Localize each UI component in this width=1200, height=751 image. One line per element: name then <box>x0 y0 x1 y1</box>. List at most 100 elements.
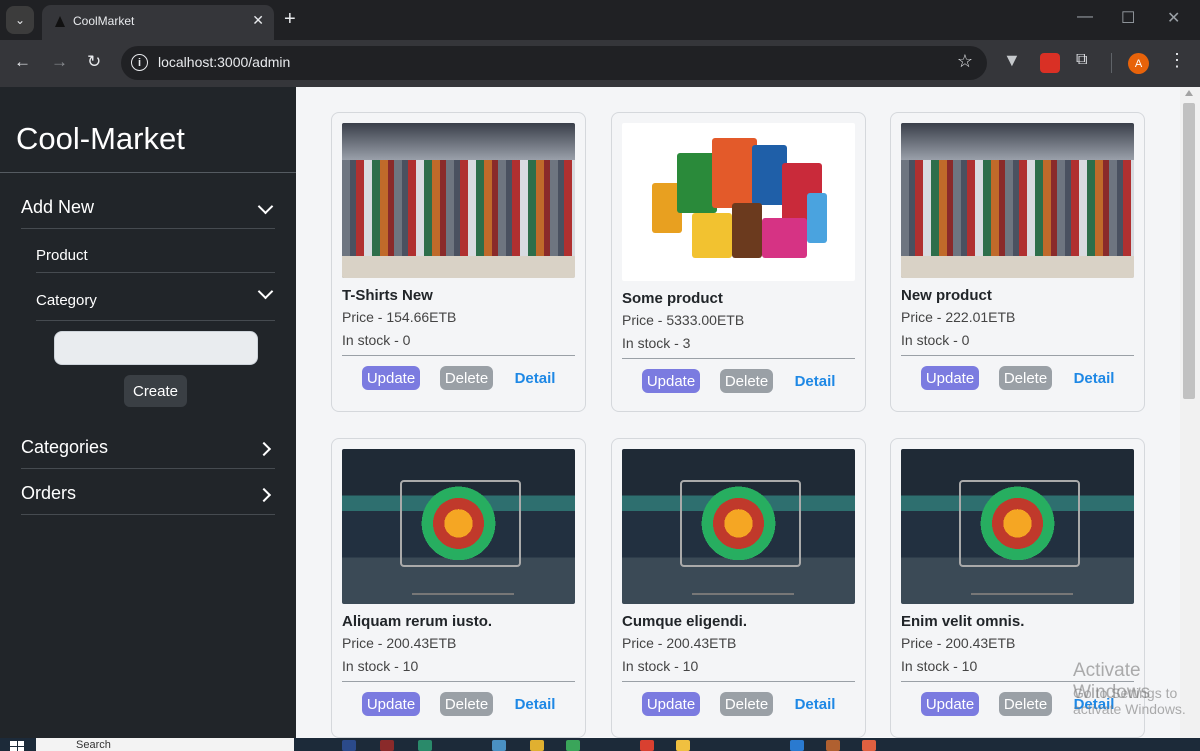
delete-button[interactable]: Delete <box>720 369 773 393</box>
product-card: T-Shirts New Price - 154.66ETB In stock … <box>331 112 586 412</box>
product-stock: In stock - 10 <box>622 658 699 674</box>
update-button[interactable]: Update <box>362 692 420 716</box>
cart-icon <box>400 480 522 567</box>
menu-add-new[interactable]: Add New <box>21 195 275 229</box>
product-price: Price - 200.43ETB <box>622 635 737 651</box>
delete-button[interactable]: Delete <box>720 692 773 716</box>
browser-menu-icon[interactable]: ⋮ <box>1168 50 1186 71</box>
menu-orders-label: Orders <box>21 483 77 503</box>
create-category-button[interactable]: Create <box>124 375 187 407</box>
chevron-down-icon <box>257 283 274 300</box>
delete-button[interactable]: Delete <box>999 692 1052 716</box>
detail-link[interactable]: Detail <box>790 369 840 393</box>
activate-windows-subtitle: Go to Settings to activate Windows. <box>1073 685 1186 717</box>
menu-item-product[interactable]: Product <box>36 242 275 273</box>
menu-categories[interactable]: Categories <box>21 435 275 469</box>
maximize-button[interactable]: ☐ <box>1121 8 1135 28</box>
window-close-button[interactable]: ✕ <box>1167 8 1180 28</box>
product-price: Price - 200.43ETB <box>901 635 1016 651</box>
product-name: Aliquam rerum iusto. <box>342 613 493 630</box>
taskbar-search[interactable]: Search <box>36 738 294 751</box>
product-card: Aliquam rerum iusto. Price - 200.43ETB I… <box>331 438 586 738</box>
extensions-puzzle-icon[interactable]: ⧉ <box>1076 51 1096 71</box>
taskbar-app-icon[interactable] <box>676 740 690 751</box>
menu-item-category[interactable]: Category <box>36 283 275 321</box>
scrollbar-thumb[interactable] <box>1183 103 1195 399</box>
product-price: Price - 154.66ETB <box>342 309 457 325</box>
url-text[interactable]: localhost:3000/admin <box>158 54 290 70</box>
taskbar-app-icon[interactable] <box>418 740 432 751</box>
taskbar-app-icon[interactable] <box>566 740 580 751</box>
update-button[interactable]: Update <box>362 366 420 390</box>
delete-button[interactable]: Delete <box>999 366 1052 390</box>
menu-categories-label: Categories <box>21 437 109 457</box>
site-info-icon[interactable]: i <box>131 54 148 71</box>
taskbar-app-icon[interactable] <box>380 740 394 751</box>
chevron-right-icon <box>256 487 272 503</box>
site-favicon-icon <box>55 16 65 27</box>
product-name: New product <box>901 287 992 304</box>
browser-tab-bar: ⌄ CoolMarket ✕ + — ☐ ✕ <box>0 0 1200 40</box>
brand-title: Cool-Market <box>16 121 185 156</box>
extension-v-icon[interactable]: ▼ <box>1003 50 1023 70</box>
detail-link[interactable]: Detail <box>1069 366 1119 390</box>
update-button[interactable]: Update <box>921 366 979 390</box>
reload-icon[interactable]: ↻ <box>87 52 101 72</box>
tab-title: CoolMarket <box>73 14 135 28</box>
forward-arrow-icon[interactable]: → <box>51 52 68 72</box>
product-stock: In stock - 10 <box>342 658 419 674</box>
back-arrow-icon[interactable]: ← <box>14 52 31 72</box>
browser-tab[interactable]: CoolMarket ✕ <box>42 5 274 40</box>
product-stock: In stock - 0 <box>342 332 411 348</box>
product-name: Enim velit omnis. <box>901 613 1025 630</box>
profile-avatar[interactable]: A <box>1128 53 1149 74</box>
product-card: New product Price - 222.01ETB In stock -… <box>890 112 1145 412</box>
taskbar-app-icon[interactable] <box>790 740 804 751</box>
menu-item-product-label: Product <box>36 247 88 264</box>
taskbar-app-icon[interactable] <box>640 740 654 751</box>
menu-add-new-label: Add New <box>21 197 95 217</box>
tab-close-icon[interactable]: ✕ <box>252 12 264 29</box>
product-stock: In stock - 0 <box>901 332 970 348</box>
product-stock: In stock - 3 <box>622 335 691 351</box>
product-image <box>622 449 855 604</box>
detail-link[interactable]: Detail <box>510 366 560 390</box>
card-divider <box>622 681 855 682</box>
admin-sidebar: Cool-Market Add New Product Category Cre… <box>0 87 296 738</box>
product-card: Some product Price - 5333.00ETB In stock… <box>611 112 866 412</box>
browser-toolbar: ← → ↻ i localhost:3000/admin ☆ ▼ ⧉ A ⋮ <box>0 40 1200 87</box>
chevron-down-icon <box>257 198 274 215</box>
detail-link[interactable]: Detail <box>510 692 560 716</box>
delete-button[interactable]: Delete <box>440 692 493 716</box>
new-tab-button[interactable]: + <box>284 8 296 30</box>
update-button[interactable]: Update <box>642 692 700 716</box>
taskbar-app-icon[interactable] <box>530 740 544 751</box>
product-stock: In stock - 10 <box>901 658 978 674</box>
tab-search-button[interactable]: ⌄ <box>6 6 34 34</box>
taskbar-app-icon[interactable] <box>862 740 876 751</box>
taskbar-app-icon[interactable] <box>492 740 506 751</box>
card-divider <box>622 358 855 359</box>
product-price: Price - 222.01ETB <box>901 309 1016 325</box>
taskbar-app-icon[interactable] <box>826 740 840 751</box>
delete-button[interactable]: Delete <box>440 366 493 390</box>
card-divider <box>342 355 575 356</box>
update-button[interactable]: Update <box>642 369 700 393</box>
update-button[interactable]: Update <box>921 692 979 716</box>
category-name-input[interactable] <box>54 331 258 365</box>
bookmark-star-icon[interactable]: ☆ <box>957 51 973 72</box>
card-divider <box>342 681 575 682</box>
product-image <box>622 123 855 281</box>
menu-orders[interactable]: Orders <box>21 481 275 515</box>
minimize-button[interactable]: — <box>1077 8 1093 26</box>
extension-red-icon[interactable] <box>1040 53 1060 73</box>
brand-divider <box>0 172 296 173</box>
taskbar-app-icon[interactable] <box>342 740 356 751</box>
windows-start-icon[interactable] <box>10 741 24 751</box>
detail-link[interactable]: Detail <box>790 692 840 716</box>
scroll-up-icon[interactable] <box>1185 90 1193 96</box>
windows-taskbar: Search <box>0 738 1200 751</box>
cart-icon <box>959 480 1081 567</box>
page-scrollbar[interactable] <box>1180 87 1200 738</box>
address-bar[interactable]: i localhost:3000/admin ☆ <box>121 46 987 80</box>
